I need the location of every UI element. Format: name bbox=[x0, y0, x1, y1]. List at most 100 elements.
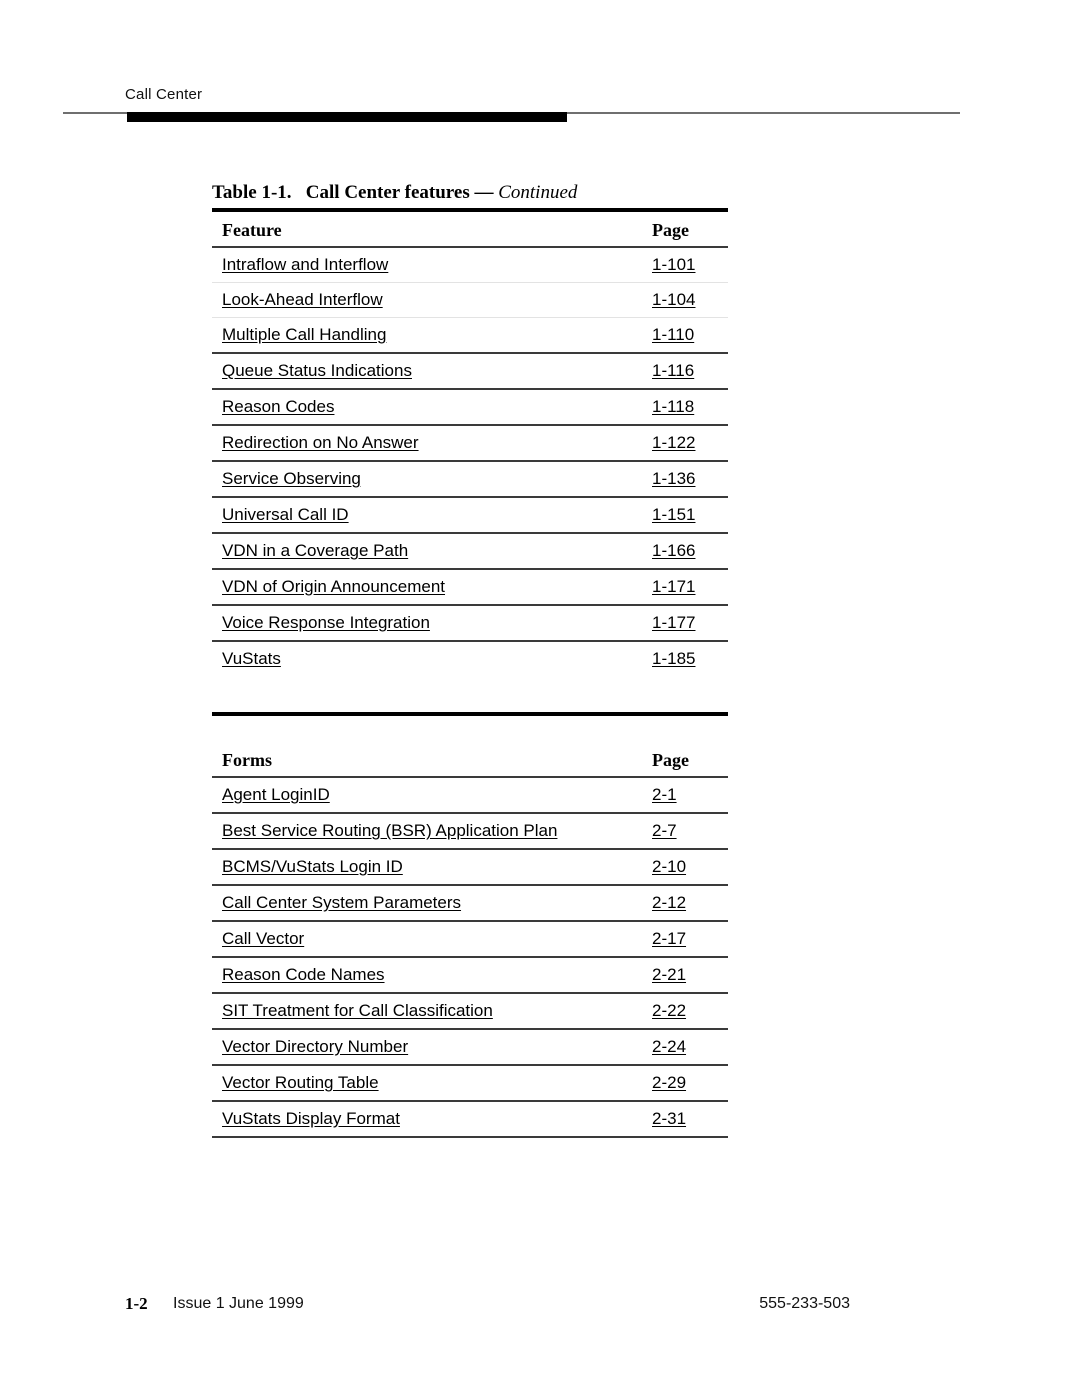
forms-table-block: Forms Page Agent LoginID 2-1 Best Service … bbox=[212, 742, 728, 1138]
feature-name-cell: Queue Status Indications bbox=[212, 352, 652, 389]
feature-link[interactable]: VuStats bbox=[222, 649, 281, 668]
feature-link[interactable]: Redirection on No Answer bbox=[222, 433, 419, 452]
page-footer: 1-2 Issue 1 June 1999 555-233-503 bbox=[125, 1294, 850, 1318]
feature-page-link[interactable]: 1-136 bbox=[652, 469, 695, 488]
feature-page-link[interactable]: 1-177 bbox=[652, 613, 695, 632]
form-page-link[interactable]: 2-31 bbox=[652, 1109, 686, 1128]
feature-link[interactable]: Multiple Call Handling bbox=[222, 325, 386, 344]
form-page-link[interactable]: 2-12 bbox=[652, 893, 686, 912]
form-page-link[interactable]: 2-1 bbox=[652, 785, 677, 804]
table-row[interactable]: Universal Call ID 1-151 bbox=[212, 496, 728, 533]
table-row[interactable]: Vector Routing Table 2-29 bbox=[212, 1064, 728, 1101]
table-row[interactable]: VDN of Origin Announcement 1-171 bbox=[212, 568, 728, 605]
form-page-link[interactable]: 2-22 bbox=[652, 1001, 686, 1020]
feature-page-link[interactable]: 1-101 bbox=[652, 255, 695, 274]
table-row[interactable]: SIT Treatment for Call Classification 2-2… bbox=[212, 992, 728, 1029]
form-page-link[interactable]: 2-24 bbox=[652, 1037, 686, 1056]
feature-link[interactable]: Queue Status Indications bbox=[222, 361, 412, 380]
feature-name-cell: Universal Call ID bbox=[212, 496, 652, 533]
table-row[interactable]: Reason Codes 1-118 bbox=[212, 388, 728, 425]
feature-page-link[interactable]: 1-185 bbox=[652, 649, 695, 668]
form-page-link[interactable]: 2-17 bbox=[652, 929, 686, 948]
table-row[interactable]: BCMS/VuStats Login ID 2-10 bbox=[212, 848, 728, 885]
table-caption-title: Call Center features bbox=[305, 182, 470, 203]
form-page-cell: 2-12 bbox=[652, 884, 728, 921]
form-page-cell: 2-10 bbox=[652, 848, 728, 885]
feature-page-link[interactable]: 1-122 bbox=[652, 433, 695, 452]
table-row[interactable]: Look-Ahead Interflow 1-104 bbox=[212, 282, 728, 318]
header-rule-thick bbox=[127, 112, 567, 122]
feature-link[interactable]: Service Observing bbox=[222, 469, 361, 488]
feature-page-link[interactable]: 1-110 bbox=[652, 325, 694, 344]
column-header-page: Page bbox=[652, 212, 728, 248]
column-header-forms: Forms bbox=[212, 742, 652, 778]
feature-page-cell: 1-166 bbox=[652, 532, 728, 569]
forms-bottom-rule bbox=[212, 1136, 728, 1138]
feature-link[interactable]: Look-Ahead Interflow bbox=[222, 290, 383, 309]
table-row[interactable]: Agent LoginID 2-1 bbox=[212, 777, 728, 813]
form-link[interactable]: SIT Treatment for Call Classification bbox=[222, 1001, 493, 1020]
form-link[interactable]: Best Service Routing (BSR) Application P… bbox=[222, 821, 557, 840]
feature-page-cell: 1-116 bbox=[652, 352, 728, 389]
feature-page-cell: 1-151 bbox=[652, 496, 728, 533]
feature-page-link[interactable]: 1-104 bbox=[652, 290, 695, 309]
features-table: Feature Page Intraflow and Interflow 1-10… bbox=[212, 212, 728, 676]
table-row[interactable]: Reason Code Names 2-21 bbox=[212, 956, 728, 993]
form-link[interactable]: Agent LoginID bbox=[222, 785, 330, 804]
running-head: Call Center bbox=[125, 86, 203, 103]
form-link[interactable]: Reason Code Names bbox=[222, 965, 385, 984]
feature-name-cell: Look-Ahead Interflow bbox=[212, 282, 652, 318]
table-row[interactable]: VuStats 1-185 bbox=[212, 640, 728, 676]
form-link[interactable]: BCMS/VuStats Login ID bbox=[222, 857, 403, 876]
table-row[interactable]: Queue Status Indications 1-116 bbox=[212, 352, 728, 389]
feature-page-cell: 1-118 bbox=[652, 388, 728, 425]
form-page-link[interactable]: 2-10 bbox=[652, 857, 686, 876]
feature-link[interactable]: Universal Call ID bbox=[222, 505, 349, 524]
form-name-cell: SIT Treatment for Call Classification bbox=[212, 992, 652, 1029]
form-page-link[interactable]: 2-29 bbox=[652, 1073, 686, 1092]
feature-page-link[interactable]: 1-171 bbox=[652, 577, 695, 596]
table-row[interactable]: Call Center System Parameters 2-12 bbox=[212, 884, 728, 921]
feature-page-link[interactable]: 1-166 bbox=[652, 541, 695, 560]
feature-link[interactable]: Reason Codes bbox=[222, 397, 334, 416]
table-row[interactable]: Service Observing 1-136 bbox=[212, 460, 728, 497]
table-row[interactable]: Intraflow and Interflow 1-101 bbox=[212, 247, 728, 283]
feature-link[interactable]: VDN of Origin Announcement bbox=[222, 577, 445, 596]
form-link[interactable]: Call Center System Parameters bbox=[222, 893, 461, 912]
form-name-cell: Call Center System Parameters bbox=[212, 884, 652, 921]
form-name-cell: BCMS/VuStats Login ID bbox=[212, 848, 652, 885]
feature-link[interactable]: Voice Response Integration bbox=[222, 613, 430, 632]
feature-name-cell: VDN in a Coverage Path bbox=[212, 532, 652, 569]
form-name-cell: Call Vector bbox=[212, 920, 652, 957]
feature-name-cell: VDN of Origin Announcement bbox=[212, 568, 652, 605]
form-page-cell: 2-24 bbox=[652, 1028, 728, 1065]
feature-link[interactable]: VDN in a Coverage Path bbox=[222, 541, 408, 560]
table-row[interactable]: Redirection on No Answer 1-122 bbox=[212, 424, 728, 461]
feature-name-cell: Intraflow and Interflow bbox=[212, 247, 652, 283]
feature-page-link[interactable]: 1-151 bbox=[652, 505, 695, 524]
column-header-feature: Feature bbox=[212, 212, 652, 248]
form-link[interactable]: VuStats Display Format bbox=[222, 1109, 400, 1128]
feature-page-cell: 1-110 bbox=[652, 317, 728, 353]
table-row[interactable]: Call Vector 2-17 bbox=[212, 920, 728, 957]
table-row[interactable]: Multiple Call Handling 1-110 bbox=[212, 317, 728, 353]
table-row[interactable]: VDN in a Coverage Path 1-166 bbox=[212, 532, 728, 569]
form-page-link[interactable]: 2-7 bbox=[652, 821, 677, 840]
feature-page-cell: 1-171 bbox=[652, 568, 728, 605]
table-row[interactable]: Best Service Routing (BSR) Application P… bbox=[212, 812, 728, 849]
form-name-cell: Best Service Routing (BSR) Application P… bbox=[212, 812, 652, 849]
feature-link[interactable]: Intraflow and Interflow bbox=[222, 255, 388, 274]
feature-page-link[interactable]: 1-116 bbox=[652, 361, 694, 380]
form-link[interactable]: Vector Directory Number bbox=[222, 1037, 408, 1056]
forms-table: Forms Page Agent LoginID 2-1 Best Service … bbox=[212, 742, 728, 1136]
footer-document-number: 555-233-503 bbox=[759, 1295, 850, 1312]
feature-name-cell: Service Observing bbox=[212, 460, 652, 497]
form-page-link[interactable]: 2-21 bbox=[652, 965, 686, 984]
form-link[interactable]: Vector Routing Table bbox=[222, 1073, 379, 1092]
form-page-cell: 2-1 bbox=[652, 777, 728, 813]
table-row[interactable]: Voice Response Integration 1-177 bbox=[212, 604, 728, 641]
table-row[interactable]: Vector Directory Number 2-24 bbox=[212, 1028, 728, 1065]
table-row[interactable]: VuStats Display Format 2-31 bbox=[212, 1100, 728, 1136]
feature-page-link[interactable]: 1-118 bbox=[652, 397, 694, 416]
form-link[interactable]: Call Vector bbox=[222, 929, 304, 948]
